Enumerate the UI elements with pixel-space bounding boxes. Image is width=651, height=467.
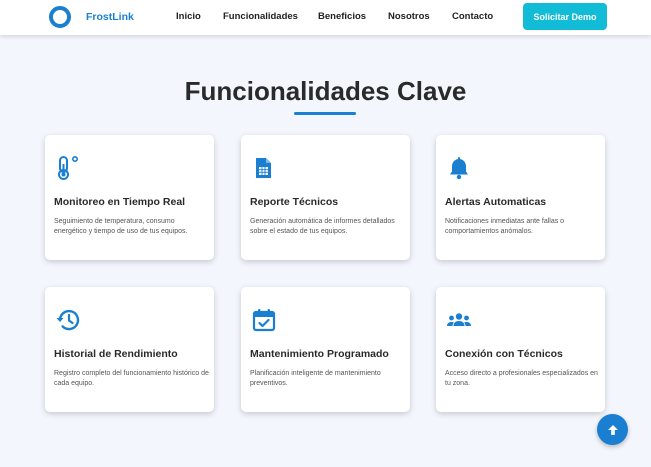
nav-link-funcionalidades[interactable]: Funcionalidades xyxy=(223,11,298,22)
feature-description: Registro completo del funcionamiento his… xyxy=(54,370,209,387)
feature-card-conexion: Conexión con Técnicos Acceso directo a p… xyxy=(436,287,605,412)
document-report-icon xyxy=(256,158,271,178)
nav-link-beneficios[interactable]: Beneficios xyxy=(318,11,366,22)
nav-link-nosotros[interactable]: Nosotros xyxy=(388,11,430,22)
feature-description: Acceso directo a profesionales especiali… xyxy=(445,370,598,387)
logo-icon[interactable] xyxy=(49,6,71,28)
feature-title: Mantenimiento Programado xyxy=(250,348,389,360)
people-group-icon xyxy=(447,313,471,326)
feature-description: Planificación inteligente de mantenimien… xyxy=(250,370,381,387)
scroll-to-top-button[interactable] xyxy=(597,414,628,445)
feature-description: Generación automática de informes detall… xyxy=(250,218,395,235)
feature-description: Notificaciones inmediatas ante fallas o … xyxy=(445,218,565,235)
feature-card-historial: Historial de Rendimiento Registro comple… xyxy=(45,287,214,412)
feature-title: Conexión con Técnicos xyxy=(445,348,563,360)
title-underline xyxy=(294,112,356,115)
feature-title: Historial de Rendimiento xyxy=(54,348,178,360)
nav-link-contacto[interactable]: Contacto xyxy=(452,11,493,22)
request-demo-button[interactable]: Solicitar Demo xyxy=(523,3,607,30)
feature-title: Monitoreo en Tiempo Real xyxy=(54,196,186,208)
feature-card-monitoreo: Monitoreo en Tiempo Real Seguimiento de … xyxy=(45,135,214,260)
arrow-up-icon xyxy=(607,424,618,435)
feature-title: Alertas Automaticas xyxy=(445,196,547,208)
feature-card-reporte: Reporte Técnicos Generación automática d… xyxy=(241,135,410,260)
feature-card-alertas: Alertas Automaticas Notificaciones inmed… xyxy=(436,135,605,260)
section-title: Funcionalidades Clave xyxy=(184,76,467,106)
history-icon xyxy=(56,309,80,331)
feature-card-mantenimiento: Mantenimiento Programado Planificación i… xyxy=(241,287,410,412)
feature-description: Seguimiento de temperatura, consumo ener… xyxy=(54,218,188,235)
brand-name[interactable]: FrostLink xyxy=(86,11,134,23)
feature-title: Reporte Técnicos xyxy=(250,196,339,208)
nav-link-inicio[interactable]: Inicio xyxy=(176,11,201,22)
navbar: FrostLink Inicio Funcionalidades Benefic… xyxy=(0,0,651,35)
bell-icon xyxy=(450,157,468,180)
thermometer-icon xyxy=(58,155,78,180)
calendar-check-icon xyxy=(252,309,276,332)
